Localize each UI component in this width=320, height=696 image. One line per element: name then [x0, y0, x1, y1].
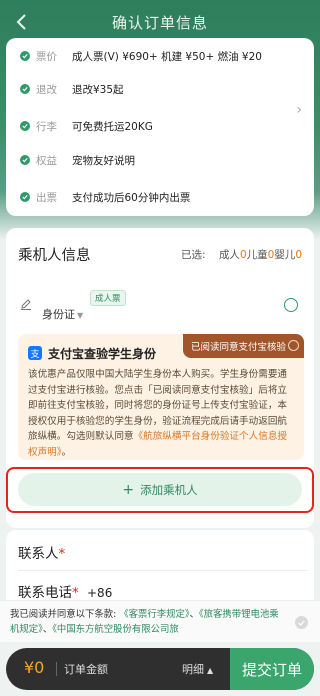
info-key: 权益	[36, 154, 57, 167]
order-price: ¥0	[24, 658, 45, 677]
required-mark: *	[58, 546, 66, 562]
contact-card: 联系人* 联系电话*	[6, 530, 314, 610]
alipay-logo-icon: 支	[28, 346, 42, 360]
info-row-price: 票价 成人票(V) ¥690+ 机建 ¥50+ 燃油 ¥20	[20, 46, 262, 66]
adult-count: 0	[239, 249, 247, 261]
info-value: 宠物友好说明	[72, 154, 135, 167]
terms-checkbox[interactable]	[295, 616, 308, 629]
chevron-right-icon[interactable]: ›	[296, 102, 302, 118]
id-type-select[interactable]: 身份证 ▼	[42, 306, 83, 322]
check-icon	[20, 155, 30, 165]
adult-ticket-badge: 成人票	[90, 290, 126, 306]
flight-info-card: 票价 成人票(V) ¥690+ 机建 ¥50+ 燃油 ¥20 退改 退改¥35起…	[6, 38, 314, 216]
passenger-radio[interactable]	[284, 298, 298, 312]
price-detail-button[interactable]: 明细 ▲	[182, 661, 213, 677]
alipay-consent-label: 已阅读同意支付宝核验	[190, 342, 286, 353]
detail-label: 明细	[182, 663, 204, 676]
alipay-title: 支付宝查验学生身份	[48, 347, 157, 361]
check-icon	[20, 51, 30, 61]
adult-label: 成人	[218, 249, 240, 261]
info-key: 退改	[36, 83, 57, 96]
terms-prefix: 我已阅读并同意以下条款:	[10, 609, 117, 620]
selected-label: 已选:	[181, 249, 206, 261]
infant-count: 0	[295, 249, 302, 261]
edit-pencil-icon[interactable]	[20, 298, 32, 310]
info-key: 票价	[36, 50, 57, 63]
submit-order-button[interactable]: 提交订单	[230, 648, 314, 690]
info-key: 行李	[36, 120, 57, 133]
contact-phone-field[interactable]: 联系电话*	[18, 581, 79, 601]
plus-icon: +	[122, 481, 135, 498]
alipay-description: 该优惠产品仅限中国大陆学生身份本人购买。学生身份需要通过支付宝进行核验。您点击「…	[28, 367, 296, 460]
info-value: 退改¥35起	[72, 83, 124, 96]
alipay-desc-end: 。	[61, 446, 72, 458]
contact-name-field[interactable]: 联系人*	[18, 542, 65, 562]
consent-radio-icon	[288, 340, 299, 351]
bottom-bar: ¥0 订单金额 明细 ▲ 提交订单	[6, 648, 314, 690]
caret-up-icon: ▲	[207, 666, 214, 675]
page-title: 确认订单信息	[111, 13, 208, 32]
check-icon	[20, 121, 30, 131]
alipay-verification-box: 支 支付宝查验学生身份 已阅读同意支付宝核验 该优惠产品仅限中国大陆学生身份本人…	[18, 334, 304, 460]
check-icon	[298, 620, 305, 626]
area-code[interactable]: +86	[87, 586, 112, 600]
info-value: 可免费托运20KG	[72, 120, 153, 133]
order-amount-label: 订单金额	[64, 663, 108, 676]
passenger-count: 已选: 成人0儿童0婴儿0	[181, 247, 302, 262]
divider	[56, 662, 57, 676]
add-passenger-button[interactable]: + 添加乘机人	[18, 473, 302, 506]
info-row-ticketing: 出票 支付成功后60分钟内出票	[20, 187, 190, 207]
airline-terms-link[interactable]: 《中国东方航空股份有限公司旅	[52, 624, 179, 635]
passenger-section-title: 乘机人信息	[18, 248, 91, 264]
info-row-refund[interactable]: 退改 退改¥35起	[20, 79, 124, 99]
id-type-label: 身份证	[42, 308, 75, 321]
alipay-consent-button[interactable]: 已阅读同意支付宝核验	[182, 334, 304, 358]
child-label: 儿童	[246, 249, 268, 261]
terms-text: 我已阅读并同意以下条款: 《客票行李规定》、《旅客携带锂电池乘机规定》、《中国东…	[10, 607, 280, 638]
back-arrow-icon[interactable]	[10, 10, 34, 34]
caret-down-icon: ▼	[77, 311, 84, 320]
info-row-benefits[interactable]: 权益 宠物友好说明	[20, 150, 135, 170]
info-value: 成人票(V) ¥690+ 机建 ¥50+ 燃油 ¥20	[72, 50, 262, 63]
info-value: 支付成功后60分钟内出票	[72, 191, 191, 204]
divider	[18, 570, 308, 571]
contact-phone-label: 联系电话	[18, 585, 72, 601]
baggage-rules-link[interactable]: 《客票行李规定》	[119, 609, 189, 620]
terms-sep: 、	[42, 624, 53, 635]
check-icon	[20, 192, 30, 202]
info-row-baggage[interactable]: 行李 可免费托运20KG	[20, 116, 153, 136]
terms-sep: 、	[189, 609, 199, 620]
required-mark: *	[72, 585, 79, 601]
check-icon	[20, 84, 30, 94]
info-key: 出票	[36, 191, 57, 204]
infant-label: 婴儿	[274, 249, 296, 261]
add-passenger-label: 添加乘机人	[140, 482, 198, 497]
terms-bar: 我已阅读并同意以下条款: 《客票行李规定》、《旅客携带锂电池乘机规定》、《中国东…	[0, 600, 320, 642]
contact-name-label: 联系人	[18, 546, 59, 562]
